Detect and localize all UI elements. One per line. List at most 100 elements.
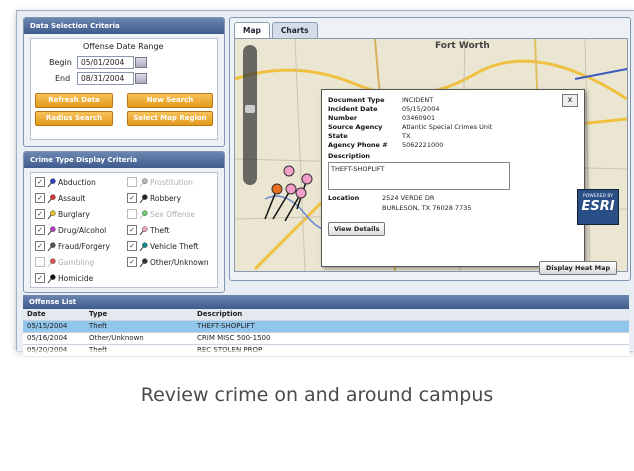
pin-icon [47, 225, 56, 235]
crime-type-checkbox[interactable]: ✓ [35, 273, 45, 283]
tab-charts[interactable]: Charts [271, 22, 318, 38]
end-calendar-icon[interactable] [135, 73, 147, 84]
column-date[interactable]: Date [23, 309, 85, 320]
map-canvas[interactable]: Fort Worth x Document Type INCIDENT Inci… [234, 38, 628, 272]
new-search-button[interactable]: New Search [127, 93, 213, 108]
crime-type-checkbox[interactable]: ✓ [127, 193, 137, 203]
crime-type-checkbox[interactable]: ✓ [35, 209, 45, 219]
column-description[interactable]: Description [193, 309, 629, 320]
row-description: CRIM MISC 500-1500 [197, 334, 271, 342]
refresh-data-button[interactable]: Refresh Data [35, 93, 113, 108]
crime-type-checkbox[interactable]: ✓ [35, 241, 45, 251]
table-row[interactable]: 05/15/2004 Theft THEFT-SHOPLIFT [23, 321, 629, 333]
crime-type-item[interactable]: ✓ Homicide [35, 273, 93, 283]
offense-table-header: Date Type Description [23, 309, 629, 321]
data-selection-body: Offense Date Range Begin 05/01/2004 End … [30, 38, 218, 140]
crime-type-label: Homicide [58, 273, 94, 283]
stage: Data Selection Criteria Offense Date Ran… [0, 0, 634, 471]
crime-type-label: Sex Offense [150, 209, 196, 219]
crime-type-label: Assault [58, 193, 86, 203]
theft-marker[interactable] [285, 183, 297, 195]
crime-type-label: Robbery [150, 193, 182, 203]
column-type[interactable]: Type [85, 309, 193, 320]
crime-type-item[interactable]: Gambling [35, 257, 94, 267]
crime-type-panel: Crime Type Display Criteria ✓ Abduction Pr… [23, 151, 225, 293]
theft-marker[interactable] [295, 187, 307, 199]
theft-marker[interactable] [283, 165, 295, 177]
pin-icon [47, 257, 56, 267]
crime-type-checkbox[interactable]: ✓ [127, 257, 137, 267]
crime-type-checkbox[interactable]: ✓ [35, 225, 45, 235]
row-date: 05/15/2004 [27, 322, 68, 330]
crime-type-checkbox[interactable]: ✓ [127, 241, 137, 251]
crime-type-title: Crime Type Display Criteria [24, 152, 224, 168]
pin-icon [139, 225, 148, 235]
reflection-fade [0, 350, 634, 471]
data-selection-title: Data Selection Criteria [24, 18, 224, 34]
select-map-region-button[interactable]: Select Map Region [127, 111, 213, 126]
pin-icon [47, 241, 56, 251]
crime-type-item[interactable]: ✓ Abduction [35, 177, 96, 187]
zoom-handle[interactable] [245, 105, 255, 113]
view-details-button[interactable]: View Details [328, 222, 386, 236]
theft-marker[interactable] [301, 173, 313, 185]
date-range-label: Offense Date Range [83, 42, 164, 51]
crime-type-checkbox[interactable]: ✓ [35, 177, 45, 187]
crime-type-label: Vehicle Theft [150, 241, 199, 251]
pin-icon [139, 257, 148, 267]
end-label: End [55, 74, 71, 83]
location-line2: BURLESON, TX 76028 7735 [382, 204, 472, 212]
crime-type-item[interactable]: ✓ Vehicle Theft [127, 241, 199, 251]
begin-label: Begin [49, 58, 72, 67]
row-type: Other/Unknown [89, 334, 144, 342]
crime-type-label: Fraud/Forgery [58, 241, 110, 251]
begin-calendar-icon[interactable] [135, 57, 147, 68]
crime-type-checkbox[interactable]: ✓ [127, 225, 137, 235]
crime-type-checkbox[interactable] [35, 257, 45, 267]
incident-popup: x Document Type INCIDENT Incident Date 05/1… [321, 89, 585, 267]
row-type: Theft [89, 322, 108, 330]
esri-brand: ESRI [581, 199, 615, 214]
description-label: Description [328, 152, 371, 160]
pin-icon [47, 193, 56, 203]
popup-field-label: Agency Phone # [328, 141, 388, 149]
incident-marker[interactable] [271, 183, 283, 195]
crime-type-item[interactable]: Sex Offense [127, 209, 195, 219]
pin-icon [47, 177, 56, 187]
crime-type-checkbox[interactable]: ✓ [35, 193, 45, 203]
offense-list-title: Offense List [23, 295, 629, 309]
pin-icon [139, 241, 148, 251]
crime-type-label: Prostitution [150, 177, 193, 187]
crime-type-checkbox[interactable] [127, 177, 137, 187]
crime-type-checkbox[interactable] [127, 209, 137, 219]
map-panel: Map Charts Fort Worth x Document Type IN… [229, 17, 631, 281]
city-label: Fort Worth [435, 41, 490, 51]
display-heat-map-button[interactable]: Display Heat Map [539, 261, 618, 275]
crime-type-item[interactable]: ✓ Burglary [35, 209, 90, 219]
crime-type-item[interactable]: ✓ Other/Unknown [127, 257, 209, 267]
end-date-input[interactable]: 08/31/2004 [77, 72, 134, 85]
tab-map[interactable]: Map [234, 22, 270, 38]
zoom-slider[interactable] [243, 45, 257, 185]
popup-field-value: 05/15/2004 [402, 105, 440, 113]
popup-field-value: 03460901 [402, 114, 436, 122]
crime-type-item[interactable]: Prostitution [127, 177, 193, 187]
crime-type-item[interactable]: ✓ Theft [127, 225, 169, 235]
begin-date-input[interactable]: 05/01/2004 [77, 56, 134, 69]
crime-type-label: Gambling [58, 257, 95, 267]
crime-type-item[interactable]: ✓ Fraud/Forgery [35, 241, 110, 251]
crime-type-item[interactable]: ✓ Assault [35, 193, 85, 203]
popup-field-value: TX [402, 132, 411, 140]
crime-type-item[interactable]: ✓ Drug/Alcohol [35, 225, 106, 235]
crime-type-list: ✓ Abduction Prostitution ✓ Assault ✓ Robbery ✓ B… [30, 172, 218, 288]
crime-type-label: Burglary [58, 209, 90, 219]
radius-search-button[interactable]: Radius Search [35, 111, 113, 126]
row-description: THEFT-SHOPLIFT [197, 322, 255, 330]
table-row[interactable]: 05/16/2004 Other/Unknown CRIM MISC 500-1… [23, 333, 629, 345]
pin-icon [47, 273, 56, 283]
esri-logo: POWERED BY ESRI [577, 189, 619, 225]
crime-type-item[interactable]: ✓ Robbery [127, 193, 181, 203]
location-line1: 2524 VERDE DR [382, 194, 435, 202]
data-selection-panel: Data Selection Criteria Offense Date Ran… [23, 17, 225, 147]
popup-close-button[interactable]: x [562, 94, 578, 107]
